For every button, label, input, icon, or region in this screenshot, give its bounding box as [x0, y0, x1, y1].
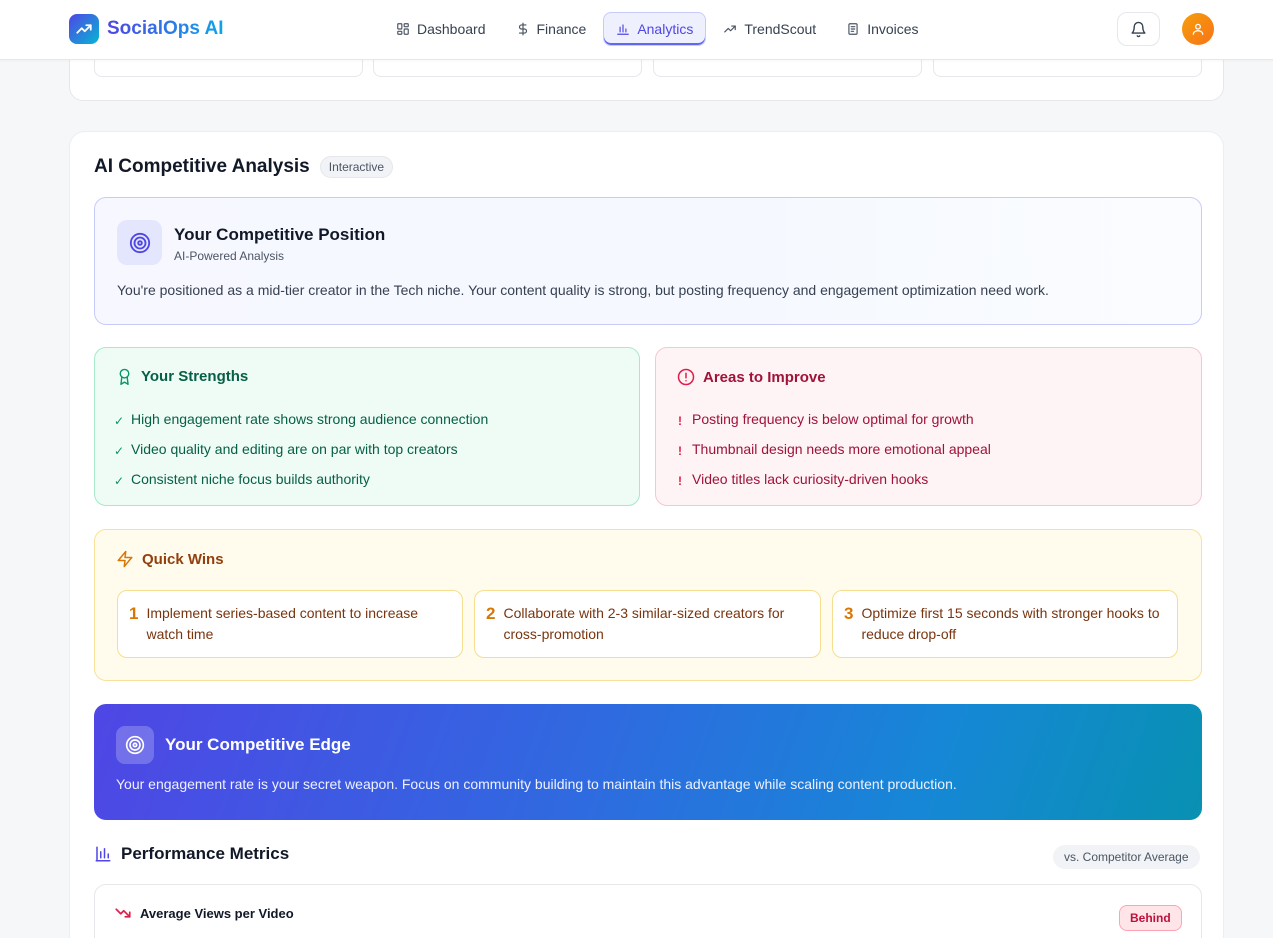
- target-icon: [116, 726, 154, 764]
- trending-down-icon: [115, 908, 131, 918]
- improve-header: Areas to Improve: [677, 368, 826, 386]
- quick-wins-title: Quick Wins: [142, 550, 224, 568]
- quick-win-text: Optimize first 15 seconds with stronger …: [861, 605, 1160, 642]
- nav-item-invoices[interactable]: Invoices: [833, 12, 931, 46]
- edge-title: Your Competitive Edge: [165, 735, 351, 754]
- edge-text: Your engagement rate is your secret weap…: [116, 776, 957, 792]
- list-item-text: Posting frequency is below optimal for g…: [692, 411, 974, 427]
- quick-wins-panel: Quick Wins 1 Implement series-based cont…: [94, 529, 1202, 681]
- brand-logo-icon: [69, 14, 99, 44]
- metric-name: Average Views per Video: [114, 904, 294, 922]
- list-item-text: Consistent niche focus builds authority: [131, 471, 370, 487]
- nav-label: Dashboard: [417, 21, 486, 37]
- exclamation-icon: !: [678, 414, 682, 428]
- metric-row[interactable]: Average Views per Video Behind: [94, 884, 1202, 938]
- document-icon: [848, 23, 858, 35]
- strengths-list: ✓ High engagement rate shows strong audie…: [114, 404, 488, 494]
- performance-metrics-header: Performance Metrics: [94, 844, 289, 864]
- strengths-header: Your Strengths: [116, 368, 248, 385]
- quick-win-card[interactable]: 2 Collaborate with 2-3 similar-sized cre…: [474, 590, 821, 658]
- quick-wins-header: Quick Wins: [116, 550, 224, 568]
- competitive-position-panel: Your Competitive Position AI-Powered Ana…: [94, 197, 1202, 325]
- target-icon: [117, 220, 162, 265]
- section-header: AI Competitive Analysis Interactive: [94, 156, 394, 178]
- check-icon: ✓: [114, 444, 125, 458]
- list-item: ! Posting frequency is below optimal for …: [675, 404, 991, 434]
- strengths-title: Your Strengths: [141, 368, 249, 385]
- user-icon: [1192, 23, 1204, 35]
- check-icon: ✓: [114, 474, 125, 488]
- competitive-analysis-card: AI Competitive Analysis Interactive Your…: [69, 131, 1224, 938]
- areas-to-improve-panel: Areas to Improve ! Posting frequency is b…: [655, 347, 1202, 506]
- list-item: ! Thumbnail design needs more emotional a…: [675, 434, 991, 464]
- bar-chart-icon: [95, 846, 111, 862]
- position-subtitle: AI-Powered Analysis: [174, 249, 285, 263]
- comparison-badge: vs. Competitor Average: [1053, 845, 1200, 869]
- notifications-button[interactable]: [1117, 12, 1160, 46]
- bar-chart-icon: [617, 24, 630, 35]
- nav-item-analytics[interactable]: Analytics: [603, 12, 707, 46]
- improve-list: ! Posting frequency is below optimal for …: [675, 404, 991, 494]
- nav-label: Finance: [536, 21, 587, 37]
- brand[interactable]: SocialOps AI: [69, 14, 224, 44]
- list-item-text: Video quality and editing are on par wit…: [131, 441, 458, 457]
- user-avatar-button[interactable]: [1182, 13, 1214, 45]
- lightning-icon: [117, 550, 133, 568]
- alert-circle-icon: [677, 368, 695, 386]
- improve-title: Areas to Improve: [703, 368, 826, 386]
- position-title: Your Competitive Position: [174, 225, 386, 244]
- nav-item-dashboard[interactable]: Dashboard: [383, 12, 499, 46]
- quick-win-text: Implement series-based content to increa…: [146, 605, 419, 642]
- competitive-edge-banner: Your Competitive Edge Your engagement ra…: [94, 704, 1202, 820]
- list-item: ✓ High engagement rate shows strong audie…: [114, 404, 488, 434]
- list-item-text: Thumbnail design needs more emotional ap…: [692, 441, 991, 457]
- list-item: ! Video titles lack curiosity-driven hook…: [675, 464, 991, 494]
- performance-metrics-title: Performance Metrics: [121, 844, 290, 863]
- quick-win-number: 2: [486, 604, 496, 623]
- list-item: ✓ Video quality and editing are on par wi…: [114, 434, 488, 464]
- status-badge: Behind: [1119, 905, 1182, 931]
- quick-win-card[interactable]: 1 Implement series-based content to incr…: [117, 590, 463, 658]
- nav-label: TrendScout: [744, 21, 817, 37]
- list-item-text: High engagement rate shows strong audien…: [131, 411, 489, 427]
- exclamation-icon: !: [678, 444, 682, 458]
- trending-up-icon: [724, 25, 737, 33]
- quick-win-number: 1: [129, 604, 139, 623]
- nav-item-finance[interactable]: Finance: [503, 12, 600, 46]
- check-icon: ✓: [114, 414, 125, 428]
- brand-name: SocialOps AI: [107, 18, 224, 39]
- grid-icon: [397, 23, 409, 35]
- metric-name-text: Average Views per Video: [140, 905, 294, 921]
- nav-label: Invoices: [867, 21, 919, 37]
- dollar-icon: [518, 22, 527, 36]
- bell-icon: [1131, 21, 1146, 37]
- nav-item-trendscout[interactable]: TrendScout: [710, 12, 829, 46]
- quick-win-text: Collaborate with 2-3 similar-sized creat…: [503, 605, 785, 642]
- quick-win-card[interactable]: 3 Optimize first 15 seconds with stronge…: [832, 590, 1178, 658]
- strengths-panel: Your Strengths ✓ High engagement rate sho…: [94, 347, 640, 506]
- quick-win-number: 3: [844, 604, 854, 623]
- list-item-text: Video titles lack curiosity-driven hooks: [692, 471, 929, 487]
- award-icon: [119, 368, 130, 385]
- top-navbar: SocialOps AI Dashboard Finance Analytics…: [0, 0, 1273, 60]
- exclamation-icon: !: [678, 474, 682, 488]
- list-item: ✓ Consistent niche focus builds authority: [114, 464, 488, 494]
- position-summary: You're positioned as a mid-tier creator …: [117, 282, 1049, 298]
- nav-label: Analytics: [637, 21, 694, 37]
- section-title: AI Competitive Analysis: [94, 156, 310, 177]
- interactive-badge: Interactive: [319, 156, 394, 178]
- main-nav: Dashboard Finance Analytics TrendScout I…: [383, 12, 932, 46]
